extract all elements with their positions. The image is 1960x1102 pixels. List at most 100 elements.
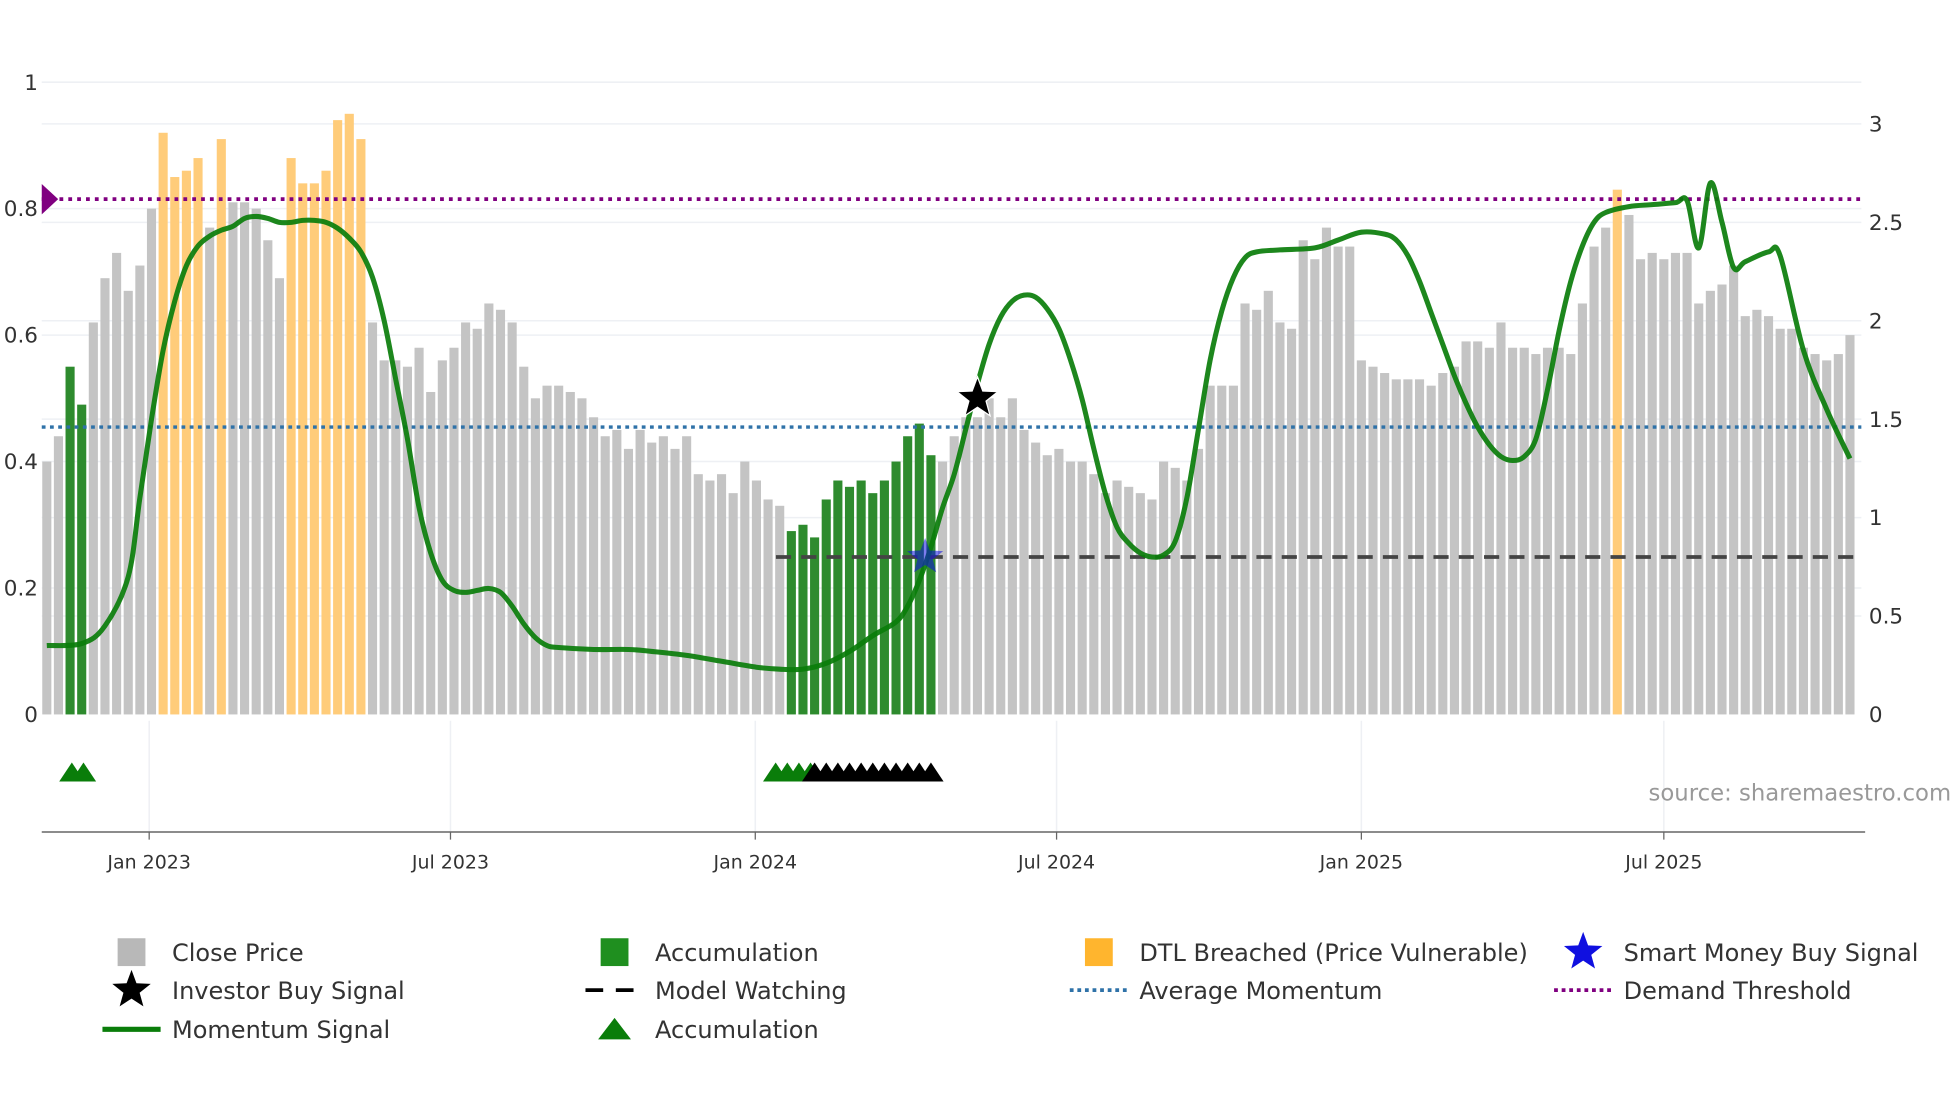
legend-label: Demand Threshold xyxy=(1624,977,1852,1005)
close-price-bar xyxy=(1275,322,1285,715)
right-axis-tick-label: 2 xyxy=(1869,309,1883,334)
close-price-bar xyxy=(100,278,110,715)
close-price-bar xyxy=(1740,316,1750,715)
close-price-bar xyxy=(961,417,971,715)
close-price-bar xyxy=(1054,448,1064,715)
legend-label: Smart Money Buy Signal xyxy=(1624,939,1919,967)
right-axis-tick-label: 2.5 xyxy=(1869,211,1903,236)
close-price-bar xyxy=(1519,347,1529,715)
close-price-bar xyxy=(472,328,482,715)
close-price-bar xyxy=(1531,354,1541,715)
close-price-bar xyxy=(1345,246,1355,715)
legend-label: Accumulation xyxy=(655,939,819,967)
x-axis-tick-label: Jul 2024 xyxy=(1017,852,1095,874)
close-price-bar xyxy=(1042,455,1052,715)
x-axis-tick-label: Jan 2023 xyxy=(106,852,190,874)
momentum-chart: 0 0.2 0.4 0.6 0.8 1 0 0.5 1 1.5 2 2.5 3 Jan 2023 Jul 2… xyxy=(4,71,1951,1044)
close-price-bar xyxy=(1833,354,1843,715)
close-price-bar xyxy=(658,436,668,715)
close-price-bar xyxy=(1240,303,1250,715)
close-price-bar xyxy=(1147,499,1157,715)
close-price-bar xyxy=(1752,309,1762,715)
close-price-bar xyxy=(1496,322,1506,715)
close-price-bar xyxy=(1705,290,1715,715)
dtl-breached-bar xyxy=(344,113,354,715)
close-price-bar xyxy=(1426,385,1436,715)
legend-item-dtl-breached[interactable]: DTL Breached (Price Vulnerable) xyxy=(1084,938,1528,967)
close-price-bar xyxy=(53,436,63,715)
close-price-bar xyxy=(1473,341,1483,715)
accumulation-bar xyxy=(77,404,87,715)
close-price-bar xyxy=(367,322,378,715)
close-price-bar xyxy=(1124,486,1134,715)
close-price-bar xyxy=(274,278,285,715)
close-price-bar xyxy=(1089,474,1099,715)
close-price-bar xyxy=(1287,328,1297,715)
demand-threshold-diamond-icon xyxy=(41,183,59,215)
legend-item-smart-money[interactable]: Smart Money Buy Signal xyxy=(1563,931,1919,969)
accumulation-bar xyxy=(798,524,808,715)
left-axis-tick-label: 0.8 xyxy=(4,197,38,222)
close-price-bar xyxy=(88,322,98,715)
close-price-bar xyxy=(577,398,587,715)
close-price-bar xyxy=(1031,442,1041,715)
close-price-bar xyxy=(1438,373,1448,715)
legend-label: Close Price xyxy=(172,939,304,967)
dtl-breached-bar xyxy=(321,170,331,715)
legend-item-accumulation-marker[interactable]: Accumulation xyxy=(598,1016,819,1044)
legend-item-close-price[interactable]: Close Price xyxy=(117,938,304,967)
close-price-bar xyxy=(1368,366,1378,715)
close-price-bar xyxy=(123,290,133,715)
accumulation-bar xyxy=(903,436,913,715)
legend-item-momentum-signal[interactable]: Momentum Signal xyxy=(102,1016,390,1044)
close-price-bar xyxy=(1717,284,1727,715)
close-price-bar xyxy=(716,474,727,715)
close-price-bar xyxy=(1636,259,1646,715)
close-price-bar xyxy=(1391,379,1401,715)
legend-item-model-watching[interactable]: Model Watching xyxy=(585,977,847,1005)
close-price-bar xyxy=(623,448,634,715)
legend-label: Investor Buy Signal xyxy=(172,977,405,1005)
dtl-breached-bar xyxy=(1612,189,1622,715)
close-price-bar xyxy=(1589,246,1599,715)
close-price-bar xyxy=(728,493,738,715)
close-price-bar xyxy=(1659,259,1669,715)
right-axis-tick-label: 1.5 xyxy=(1869,408,1903,433)
close-price-bar xyxy=(1508,347,1518,715)
close-price-bar xyxy=(484,303,494,715)
dtl-breached-bar xyxy=(181,170,191,715)
close-price-bar xyxy=(1252,309,1262,715)
legend-item-investor-buy[interactable]: Investor Buy Signal xyxy=(112,969,405,1007)
close-price-bar xyxy=(1729,265,1739,715)
close-price-bar xyxy=(1077,461,1087,715)
close-price-bar xyxy=(1566,354,1576,715)
legend-item-accumulation-bar[interactable]: Accumulation xyxy=(600,938,819,967)
legend-triangle-icon xyxy=(598,1017,632,1040)
close-price-bar xyxy=(437,360,447,715)
close-price-bar xyxy=(1333,246,1343,715)
legend-label: Model Watching xyxy=(655,977,847,1005)
close-price-bar xyxy=(1798,347,1808,715)
close-price-bar xyxy=(1810,354,1820,715)
dtl-breached-bar xyxy=(309,183,319,715)
close-price-bar xyxy=(1321,227,1332,715)
accumulation-bar xyxy=(65,366,75,715)
close-price-bar xyxy=(1577,303,1587,715)
accumulation-bar xyxy=(844,486,855,715)
legend-item-demand-threshold[interactable]: Demand Threshold xyxy=(1554,977,1851,1005)
legend-swatch-icon xyxy=(117,938,146,967)
close-price-bar xyxy=(600,436,610,715)
dtl-breached-bar xyxy=(298,183,308,715)
legend-label: Accumulation xyxy=(655,1016,819,1044)
close-price-bar xyxy=(205,227,215,715)
close-price-bar xyxy=(670,448,680,715)
close-price-bar xyxy=(1554,347,1564,715)
close-price-bar xyxy=(1403,379,1413,715)
accumulation-bar xyxy=(926,455,936,715)
close-price-bar xyxy=(42,461,52,715)
close-price-bar xyxy=(1694,303,1704,715)
close-price-bar xyxy=(972,417,983,715)
legend-item-average-momentum[interactable]: Average Momentum xyxy=(1069,977,1383,1005)
close-price-bar xyxy=(146,208,157,715)
legend-swatch-icon xyxy=(1084,938,1113,967)
